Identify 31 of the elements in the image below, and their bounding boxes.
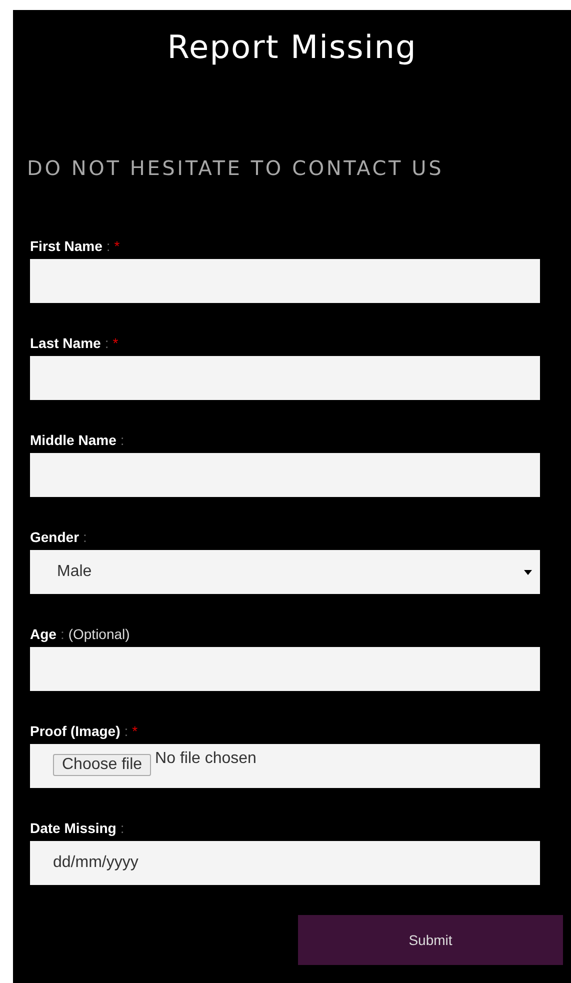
select-value: Male xyxy=(57,563,92,581)
label-separator: : xyxy=(104,335,109,351)
file-status: No file chosen xyxy=(155,750,256,768)
required-mark: * xyxy=(112,335,118,351)
label-separator: : xyxy=(124,723,128,739)
field-label: Gender xyxy=(30,529,80,545)
field-label: Proof (Image) xyxy=(30,723,120,739)
choose-file-button[interactable]: Choose file xyxy=(53,754,152,776)
label-separator: : xyxy=(120,432,124,448)
field-label: Age xyxy=(30,626,56,642)
required-mark: * xyxy=(114,238,120,254)
label-separator: : xyxy=(83,529,87,545)
gender-select[interactable]: Male xyxy=(30,550,540,594)
text-field[interactable] xyxy=(30,356,540,400)
field-label: Date Missing xyxy=(30,820,116,836)
required-mark: * xyxy=(132,723,138,739)
text-field[interactable] xyxy=(30,647,540,691)
dropdown-caret-icon xyxy=(524,570,532,574)
page-subtitle: DO NOT HESITATE TO CONTACT US xyxy=(27,156,445,180)
page-title: Report Missing xyxy=(167,28,417,66)
date-field[interactable]: dd/mm/yyyy xyxy=(30,841,540,885)
label-separator: : xyxy=(60,626,64,642)
submit-button[interactable]: Submit xyxy=(298,915,563,965)
label-separator: : xyxy=(120,820,124,836)
field-hint: (Optional) xyxy=(68,626,130,642)
label-separator: : xyxy=(106,238,110,254)
text-field[interactable] xyxy=(30,259,540,303)
field-label: Middle Name xyxy=(30,432,116,448)
field-label: Last Name xyxy=(30,335,101,351)
text-field[interactable] xyxy=(30,453,540,497)
field-label: First Name xyxy=(30,238,102,254)
